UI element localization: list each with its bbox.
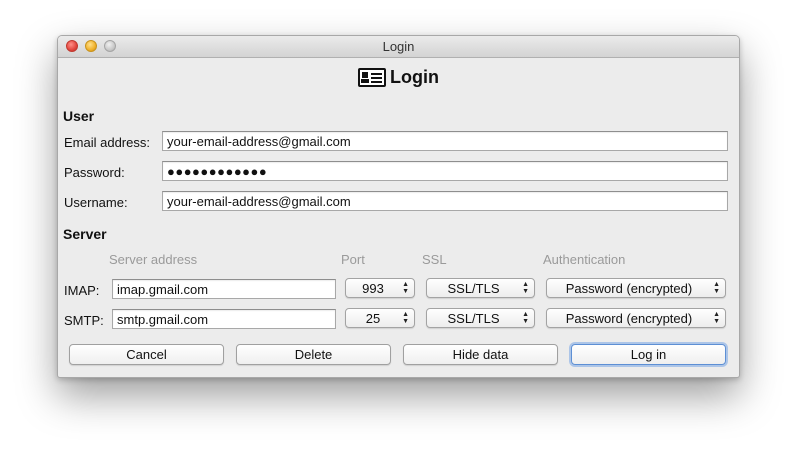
window-title: Login [382,39,415,54]
imap-label: IMAP: [64,283,100,298]
imap-ssl-select[interactable]: SSL/TLS ▲ ▼ [426,278,535,298]
up-down-arrows-icon: ▲ ▼ [713,311,720,325]
server-section-heading: Server [63,226,107,242]
login-window: Login Login User Email address: your-ema… [57,35,740,378]
email-label: Email address: [64,135,150,150]
username-field[interactable]: your-email-address@gmail.com [162,191,728,211]
imap-authentication-value: Password (encrypted) [565,281,693,296]
imap-ssl-value: SSL/TLS [447,281,500,296]
log-in-button[interactable]: Log in [571,344,726,365]
cancel-button[interactable]: Cancel [69,344,224,365]
ssl-column-label: SSL [422,252,447,267]
password-label: Password: [64,165,125,180]
up-down-arrows-icon: ▲ ▼ [522,311,529,325]
smtp-authentication-select[interactable]: Password (encrypted) ▲ ▼ [546,308,726,328]
delete-button[interactable]: Delete [236,344,391,365]
up-down-arrows-icon: ▲ ▼ [713,281,720,295]
imap-server-field[interactable]: imap.gmail.com [112,279,336,299]
smtp-port-value: 25 [365,311,381,326]
id-card-icon [358,68,386,87]
smtp-ssl-value: SSL/TLS [447,311,500,326]
imap-port-select[interactable]: 993 ▲ ▼ [345,278,415,298]
password-field[interactable]: ●●●●●●●●●●●● [162,161,728,181]
up-down-arrows-icon: ▲ ▼ [522,281,529,295]
smtp-label: SMTP: [64,313,104,328]
authentication-column-label: Authentication [543,252,626,267]
username-label: Username: [64,195,128,210]
dialog-heading: Login [58,67,739,91]
imap-authentication-select[interactable]: Password (encrypted) ▲ ▼ [546,278,726,298]
user-section-heading: User [63,108,95,124]
up-down-arrows-icon: ▲ ▼ [402,311,409,325]
server-address-column-label: Server address [109,252,198,267]
smtp-port-select[interactable]: 25 ▲ ▼ [345,308,415,328]
dialog-title: Login [390,67,439,87]
smtp-ssl-select[interactable]: SSL/TLS ▲ ▼ [426,308,535,328]
smtp-authentication-value: Password (encrypted) [565,311,693,326]
port-column-label: Port [341,252,365,267]
smtp-server-field[interactable]: smtp.gmail.com [112,309,336,329]
imap-port-value: 993 [362,281,384,296]
email-field[interactable]: your-email-address@gmail.com [162,131,728,151]
title-bar[interactable]: Login [58,36,739,58]
hide-data-button[interactable]: Hide data [403,344,558,365]
up-down-arrows-icon: ▲ ▼ [402,281,409,295]
